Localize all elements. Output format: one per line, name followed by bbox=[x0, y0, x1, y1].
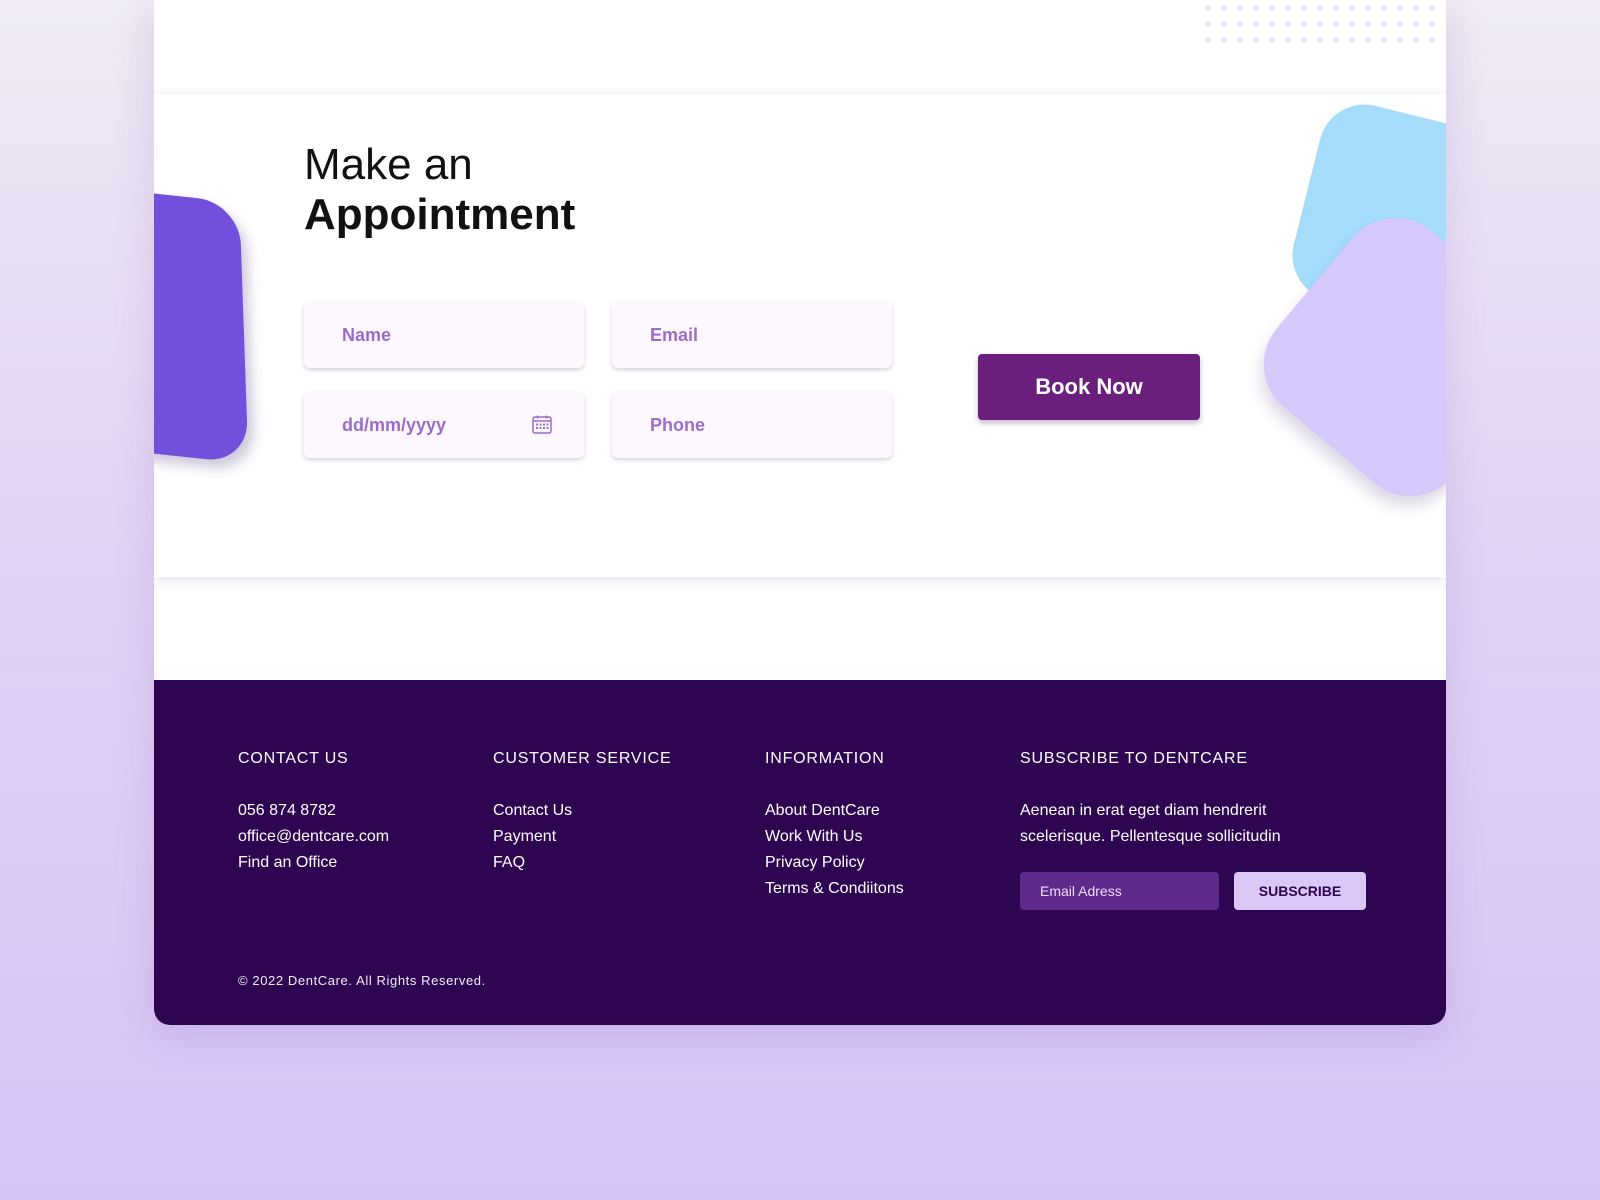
footer-subscribe-column: SUBSCRIBE TO DENTCARE Aenean in erat ege… bbox=[1020, 750, 1380, 920]
footer: CONTACT US 056 874 8782 office@dentcare.… bbox=[154, 680, 1446, 1025]
date-placeholder: dd/mm/yyyy bbox=[342, 414, 447, 435]
book-now-button[interactable]: Book Now bbox=[978, 354, 1200, 420]
date-field[interactable]: dd/mm/yyyy bbox=[304, 392, 584, 458]
information-heading: INFORMATION bbox=[765, 750, 885, 767]
phone-field[interactable]: Phone bbox=[612, 392, 892, 458]
subscribe-description: Aenean in erat eget diam hendrerit scele… bbox=[1020, 802, 1281, 845]
faq-link[interactable]: FAQ bbox=[493, 850, 671, 876]
customer-service-heading: CUSTOMER SERVICE bbox=[493, 750, 672, 767]
phone-placeholder: Phone bbox=[650, 414, 706, 435]
subscribe-email-placeholder: Email Adress bbox=[1040, 883, 1122, 899]
contact-us-link[interactable]: Contact Us bbox=[493, 798, 671, 824]
email-field[interactable]: Email bbox=[612, 302, 892, 368]
calendar-icon[interactable] bbox=[532, 415, 552, 434]
find-office-link[interactable]: Find an Office bbox=[238, 850, 389, 876]
copyright-text: © 2022 DentCare. All Rights Reserved. bbox=[238, 973, 486, 988]
footer-contact-column: CONTACT US 056 874 8782 office@dentcare.… bbox=[238, 750, 389, 876]
subscribe-button[interactable]: SUBSCRIBE bbox=[1234, 872, 1366, 910]
title-line-1: Make an bbox=[304, 140, 473, 189]
subscribe-email-input[interactable]: Email Adress bbox=[1020, 872, 1219, 910]
footer-customer-service-column: CUSTOMER SERVICE Contact Us Payment FAQ bbox=[493, 750, 671, 876]
appointment-title: Make an Appointment bbox=[304, 140, 575, 240]
terms-link[interactable]: Terms & Condiitons bbox=[765, 876, 904, 902]
subscribe-heading: SUBSCRIBE TO DENTCARE bbox=[1020, 750, 1248, 767]
footer-information-column: INFORMATION About DentCare Work With Us … bbox=[765, 750, 904, 902]
contact-heading: CONTACT US bbox=[238, 750, 349, 767]
name-field[interactable]: Name bbox=[304, 302, 584, 368]
dot-pattern-decoration bbox=[1200, 0, 1436, 46]
privacy-policy-link[interactable]: Privacy Policy bbox=[765, 850, 904, 876]
page-card: Make an Appointment Name Email dd/mm/yyy… bbox=[154, 0, 1446, 1025]
work-with-us-link[interactable]: Work With Us bbox=[765, 824, 904, 850]
contact-phone-link[interactable]: 056 874 8782 bbox=[238, 798, 389, 824]
contact-email-link[interactable]: office@dentcare.com bbox=[238, 824, 389, 850]
appointment-section: Make an Appointment Name Email dd/mm/yyy… bbox=[154, 94, 1446, 577]
payment-link[interactable]: Payment bbox=[493, 824, 671, 850]
about-link[interactable]: About DentCare bbox=[765, 798, 904, 824]
name-placeholder: Name bbox=[342, 324, 392, 345]
purple-blob-decoration bbox=[154, 180, 249, 464]
email-placeholder: Email bbox=[650, 324, 699, 345]
title-line-2: Appointment bbox=[304, 190, 576, 239]
